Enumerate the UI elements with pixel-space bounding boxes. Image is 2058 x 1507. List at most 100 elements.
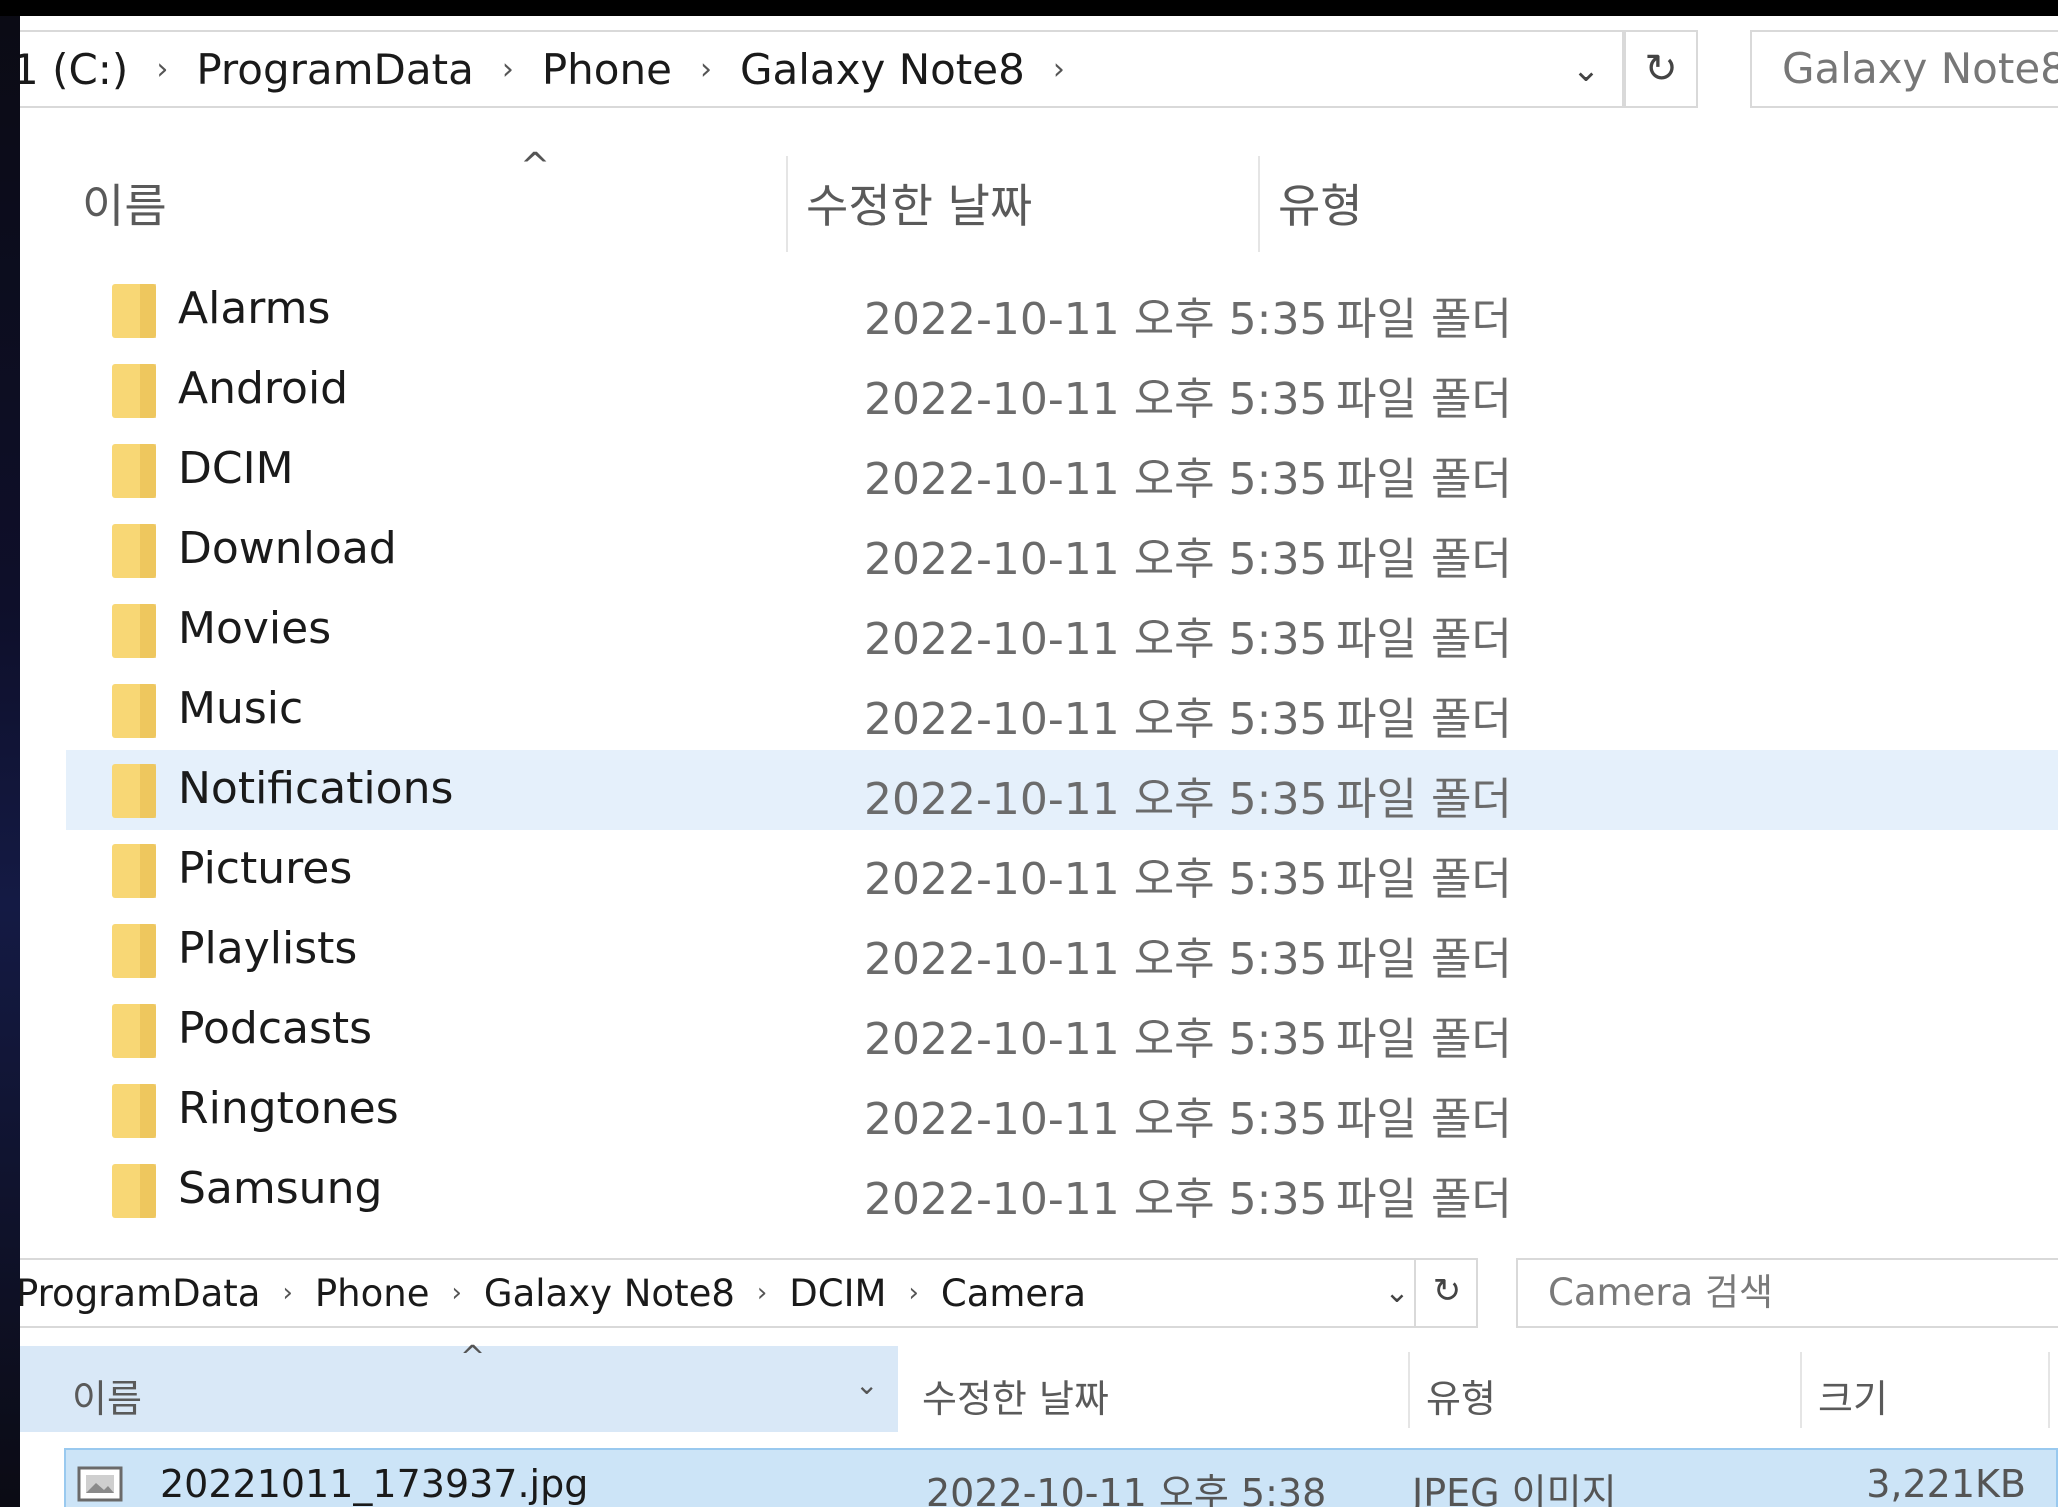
column-header-size[interactable]: 크기 [1818, 1368, 1888, 1423]
folder-icon [112, 524, 156, 578]
folder-name: Playlists [178, 923, 358, 974]
folder-row[interactable]: Samsung 2022-10-11 오후 5:35 파일 폴더 [66, 1150, 2058, 1230]
folder-row[interactable]: Notifications 2022-10-11 오후 5:35 파일 폴더 [66, 750, 2058, 830]
folder-row[interactable]: Playlists 2022-10-11 오후 5:35 파일 폴더 [66, 910, 2058, 990]
column-header-type[interactable]: 유형 [1278, 170, 1363, 236]
folder-modified: 2022-10-11 오후 5:35 [864, 934, 1328, 985]
breadcrumb: ProgramData › Phone › Galaxy Note8 › DCI… [20, 1260, 1086, 1326]
folder-icon [112, 364, 156, 418]
chevron-right-icon[interactable]: › [1031, 52, 1087, 87]
column-header-modified[interactable]: 수정한 날짜 [806, 170, 1032, 236]
folder-row[interactable]: Pictures 2022-10-11 오후 5:35 파일 폴더 [66, 830, 2058, 910]
folder-icon [112, 604, 156, 658]
folder-row[interactable]: Music 2022-10-11 오후 5:35 파일 폴더 [66, 670, 2058, 750]
breadcrumb-item-programdata[interactable]: ProgramData [190, 45, 480, 94]
file-row[interactable]: 20221011_173937.jpg 2022-10-11 오후 5:38 J… [64, 1448, 2058, 1507]
breadcrumb-item-galaxy-note8[interactable]: Galaxy Note8 [734, 45, 1031, 94]
breadcrumb-item-galaxy-note8[interactable]: Galaxy Note8 [484, 1272, 735, 1315]
address-bar-secondary[interactable]: ProgramData › Phone › Galaxy Note8 › DCI… [20, 1258, 1478, 1328]
folder-row[interactable]: Podcasts 2022-10-11 오후 5:35 파일 폴더 [66, 990, 2058, 1070]
chevron-down-icon[interactable]: ⌄ [855, 1368, 878, 1401]
column-header-row: 이름 ^ 수정한 날짜 유형 [20, 144, 2058, 256]
folder-modified: 2022-10-11 오후 5:35 [864, 854, 1328, 905]
column-header-name[interactable]: 이름 ^ ⌄ [20, 1340, 898, 1432]
image-file-icon [77, 1466, 123, 1502]
refresh-icon: ↻ [1432, 1271, 1462, 1311]
folder-type: 파일 폴더 [1336, 854, 1512, 905]
folder-type: 파일 폴더 [1336, 1094, 1512, 1145]
folder-type: 파일 폴더 [1336, 694, 1512, 745]
folder-icon [112, 1084, 156, 1138]
folder-modified: 2022-10-11 오후 5:35 [864, 294, 1328, 345]
folder-row[interactable]: Ringtones 2022-10-11 오후 5:35 파일 폴더 [66, 1070, 2058, 1150]
folder-type: 파일 폴더 [1336, 614, 1512, 665]
folder-type: 파일 폴더 [1336, 294, 1512, 345]
folder-name: Android [178, 363, 349, 414]
breadcrumb-item-phone[interactable]: Phone [536, 45, 678, 94]
column-header-modified[interactable]: 수정한 날짜 [922, 1368, 1109, 1423]
folder-icon [112, 444, 156, 498]
column-header-name[interactable]: 이름 [82, 170, 167, 236]
folder-type: 파일 폴더 [1336, 454, 1512, 505]
search-input[interactable]: Galaxy Note8 [1750, 30, 2058, 108]
breadcrumb-item-programdata[interactable]: ProgramData [20, 1272, 260, 1315]
folder-type: 파일 폴더 [1336, 934, 1512, 985]
column-divider[interactable] [786, 156, 788, 252]
folder-row[interactable]: Alarms 2022-10-11 오후 5:35 파일 폴더 [66, 270, 2058, 350]
folder-icon [112, 764, 156, 818]
folder-row[interactable]: Movies 2022-10-11 오후 5:35 파일 폴더 [66, 590, 2058, 670]
chevron-right-icon[interactable]: › [678, 52, 734, 87]
chevron-right-icon[interactable]: › [260, 1278, 314, 1308]
sort-ascending-icon: ^ [460, 1340, 486, 1375]
folder-type: 파일 폴더 [1336, 1174, 1512, 1225]
folder-modified: 2022-10-11 오후 5:35 [864, 374, 1328, 425]
breadcrumb-item-camera[interactable]: Camera [941, 1272, 1086, 1315]
folder-icon [112, 1004, 156, 1058]
column-divider[interactable] [2048, 1352, 2050, 1428]
breadcrumb-item-phone[interactable]: Phone [315, 1272, 430, 1315]
chevron-right-icon[interactable]: › [134, 52, 190, 87]
breadcrumb-item-drive[interactable]: 1 (C:) [20, 45, 134, 94]
column-header-type[interactable]: 유형 [1426, 1368, 1496, 1423]
folder-name: Samsung [178, 1163, 383, 1214]
chevron-down-icon[interactable]: ⌄ [1560, 44, 1612, 96]
folder-name: Notifications [178, 763, 454, 814]
column-divider[interactable] [1258, 156, 1260, 252]
folder-name: Pictures [178, 843, 353, 894]
chevron-right-icon[interactable]: › [430, 1278, 484, 1308]
folder-modified: 2022-10-11 오후 5:35 [864, 1094, 1328, 1145]
column-divider[interactable] [1408, 1352, 1410, 1428]
folder-name: Podcasts [178, 1003, 373, 1054]
breadcrumb: 1 (C:) › ProgramData › Phone › Galaxy No… [20, 32, 1087, 106]
file-size: 3,221KB [1866, 1462, 2026, 1506]
chevron-right-icon[interactable]: › [480, 52, 536, 87]
column-divider[interactable] [1800, 1352, 1802, 1428]
refresh-button[interactable]: ↻ [1624, 30, 1698, 108]
folder-modified: 2022-10-11 오후 5:35 [864, 1174, 1328, 1225]
folder-modified: 2022-10-11 오후 5:35 [864, 774, 1328, 825]
chevron-right-icon[interactable]: › [735, 1278, 789, 1308]
folder-row[interactable]: DCIM 2022-10-11 오후 5:35 파일 폴더 [66, 430, 2058, 510]
folder-type: 파일 폴더 [1336, 374, 1512, 425]
file-name: 20221011_173937.jpg [160, 1462, 589, 1506]
chevron-right-icon[interactable]: › [886, 1278, 940, 1308]
folder-icon [112, 924, 156, 978]
file-modified: 2022-10-11 오후 5:38 [926, 1471, 1327, 1507]
breadcrumb-item-dcim[interactable]: DCIM [789, 1272, 886, 1315]
search-input[interactable]: Camera 검색 [1516, 1258, 2058, 1328]
folder-row[interactable]: Android 2022-10-11 오후 5:35 파일 폴더 [66, 350, 2058, 430]
refresh-button[interactable]: ↻ [1414, 1258, 1478, 1328]
refresh-icon: ↻ [1644, 46, 1678, 92]
folder-type: 파일 폴더 [1336, 1014, 1512, 1065]
folder-name: Download [178, 523, 397, 574]
folder-modified: 2022-10-11 오후 5:35 [864, 534, 1328, 585]
file-explorer-window: 1 (C:) › ProgramData › Phone › Galaxy No… [20, 16, 2058, 1507]
folder-icon [112, 1164, 156, 1218]
folder-modified: 2022-10-11 오후 5:35 [864, 614, 1328, 665]
address-bar[interactable]: 1 (C:) › ProgramData › Phone › Galaxy No… [20, 30, 1624, 108]
folder-icon [112, 844, 156, 898]
folder-name: DCIM [178, 443, 294, 494]
folder-row[interactable]: Download 2022-10-11 오후 5:35 파일 폴더 [66, 510, 2058, 590]
folder-modified: 2022-10-11 오후 5:35 [864, 454, 1328, 505]
folder-name: Alarms [178, 283, 331, 334]
